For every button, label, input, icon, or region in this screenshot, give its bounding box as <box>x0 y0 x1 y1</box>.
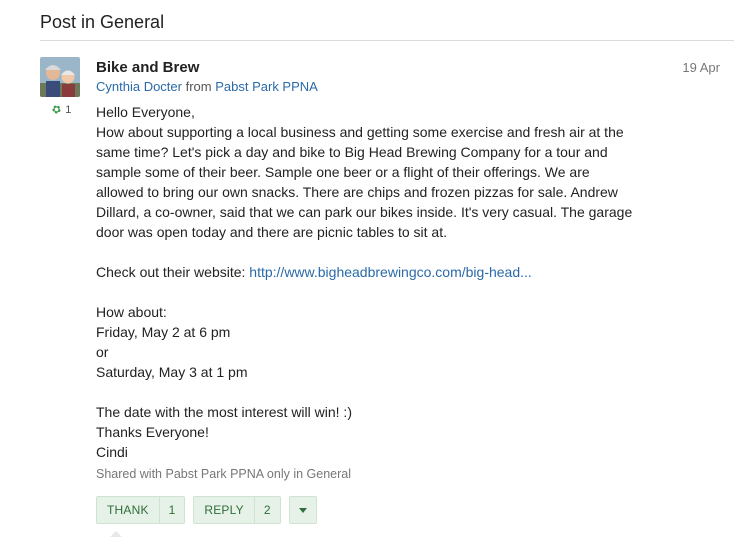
page-title: Post in General <box>40 12 165 32</box>
avatar[interactable] <box>40 57 80 97</box>
group-link[interactable]: Pabst Park PPNA <box>215 79 318 94</box>
post-body: Hello Everyone, How about supporting a l… <box>96 102 696 462</box>
avatar-image <box>40 57 80 97</box>
post-title[interactable]: Bike and Brew <box>96 59 199 76</box>
closing-line: Cindi <box>96 444 128 460</box>
schedule-line: or <box>96 344 109 360</box>
from-text: from <box>185 79 212 94</box>
thank-button[interactable]: THANK 1 <box>96 496 186 524</box>
schedule-line: How about: <box>96 304 167 320</box>
thanks-count: 1 <box>65 103 72 116</box>
thanks-indicator: ✿ 1 <box>49 102 72 118</box>
more-actions-button[interactable] <box>288 496 317 524</box>
body-line: allowed to bring our own snacks. There a… <box>96 184 618 200</box>
body-line: Hello Everyone, <box>96 104 195 120</box>
leaf-icon: ✿ <box>49 102 64 118</box>
body-line: door was open today and there are picnic… <box>96 224 447 240</box>
shared-with-text: Shared with Pabst Park PPNA only in Gene… <box>96 467 351 481</box>
body-line: Dillard, a co-owner, said that we can pa… <box>96 204 633 220</box>
website-line: Check out their website: http://www.bigh… <box>96 262 696 282</box>
website-prefix: Check out their website: <box>96 264 250 280</box>
schedule-line: Friday, May 2 at 6 pm <box>96 324 231 340</box>
thank-count: 1 <box>158 497 185 523</box>
thank-label: THANK <box>107 503 149 517</box>
closing-line: Thanks Everyone! <box>96 424 209 440</box>
byline: Cynthia Docter from Pabst Park PPNA <box>96 79 318 94</box>
caret-down-icon <box>298 507 307 513</box>
header-divider <box>40 40 734 41</box>
body-line: same time? Let's pick a day and bike to … <box>96 144 608 160</box>
reply-label: REPLY <box>204 503 244 517</box>
reply-pointer-icon <box>110 531 122 537</box>
post-date[interactable]: 19 Apr <box>682 60 720 75</box>
body-line: sample some of their beer. Sample one be… <box>96 164 590 180</box>
reply-count: 2 <box>253 497 280 523</box>
body-line: How about supporting a local business an… <box>96 124 624 140</box>
author-link[interactable]: Cynthia Docter <box>96 79 182 94</box>
post-actions: THANK 1 REPLY 2 <box>96 496 317 524</box>
closing-line: The date with the most interest will win… <box>96 404 352 420</box>
schedule-line: Saturday, May 3 at 1 pm <box>96 364 248 380</box>
website-link[interactable]: http://www.bigheadbrewingco.com/big-head… <box>249 264 532 280</box>
reply-button[interactable]: REPLY 2 <box>193 496 281 524</box>
